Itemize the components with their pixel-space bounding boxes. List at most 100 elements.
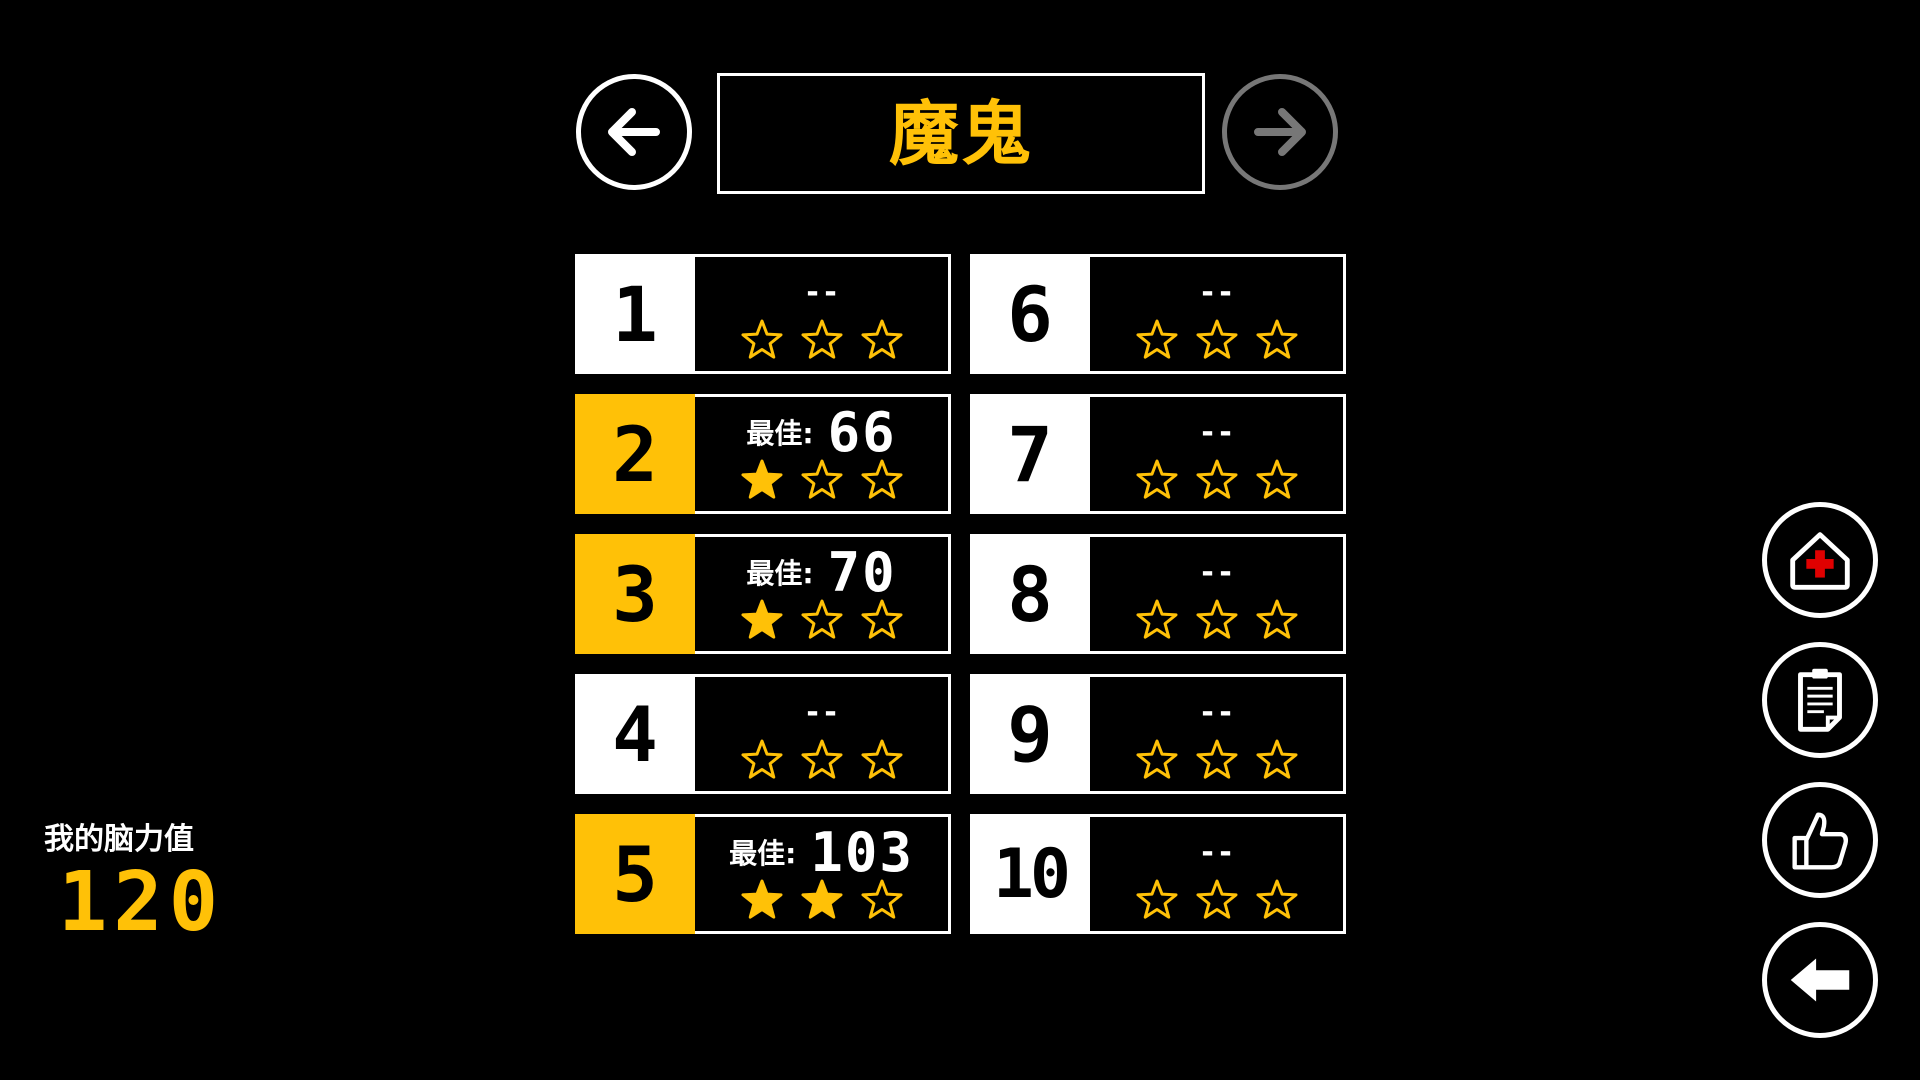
records-button[interactable] [1762, 642, 1878, 758]
star-rating [1090, 737, 1343, 783]
level-number: 6 [970, 254, 1090, 374]
star-empty-icon [1135, 459, 1178, 499]
star-rating [695, 737, 948, 783]
best-score-line: 最佳: 103 [695, 821, 948, 884]
best-score-line: -- [695, 267, 948, 317]
level-info: 最佳: 70 [695, 534, 951, 654]
star-empty-icon [860, 319, 903, 359]
level-number: 5 [575, 814, 695, 934]
next-difficulty-button[interactable] [1222, 74, 1338, 190]
level-card[interactable]: 9 -- [970, 674, 1346, 794]
star-empty-icon [1195, 319, 1238, 359]
best-score-line: 最佳: 66 [695, 401, 948, 464]
star-empty-icon [860, 599, 903, 639]
star-empty-icon [1255, 879, 1298, 919]
star-empty-icon [1135, 319, 1178, 359]
star-empty-icon [1255, 739, 1298, 779]
star-empty-icon [1195, 879, 1238, 919]
level-card[interactable]: 3 最佳: 70 [575, 534, 951, 654]
thumbs-up-icon [1792, 812, 1849, 870]
like-button[interactable] [1762, 782, 1878, 898]
star-empty-icon [860, 879, 903, 919]
hospital-house-icon [1790, 532, 1850, 590]
best-score-empty: -- [1198, 834, 1235, 870]
star-empty-icon [800, 739, 843, 779]
level-card[interactable]: 8 -- [970, 534, 1346, 654]
star-rating [695, 457, 948, 503]
difficulty-title: 魔鬼 [889, 92, 1033, 175]
level-card[interactable]: 1 -- [575, 254, 951, 374]
best-score-label: 最佳: [746, 557, 814, 590]
level-card[interactable]: 4 -- [575, 674, 951, 794]
level-number: 9 [970, 674, 1090, 794]
best-score-line: -- [1090, 827, 1343, 877]
best-score-line: -- [1090, 547, 1343, 597]
star-empty-icon [1135, 739, 1178, 779]
best-score-empty: -- [1198, 694, 1235, 730]
level-number: 4 [575, 674, 695, 794]
level-number: 10 [970, 814, 1090, 934]
best-score-value: 70 [827, 540, 897, 604]
star-filled-icon [740, 459, 783, 499]
prev-difficulty-button[interactable] [576, 74, 692, 190]
star-empty-icon [800, 459, 843, 499]
level-info: -- [1090, 534, 1346, 654]
level-number: 3 [575, 534, 695, 654]
level-info: -- [695, 254, 951, 374]
star-empty-icon [860, 459, 903, 499]
star-empty-icon [800, 599, 843, 639]
star-empty-icon [860, 739, 903, 779]
best-score-line: 最佳: 70 [695, 541, 948, 604]
level-info: -- [1090, 254, 1346, 374]
best-score-value: 66 [827, 400, 897, 464]
brain-power-value: 120 [58, 855, 225, 950]
star-empty-icon [1195, 459, 1238, 499]
back-arrow-icon [1790, 958, 1850, 1002]
star-filled-icon [740, 599, 783, 639]
level-card[interactable]: 10 -- [970, 814, 1346, 934]
star-rating [1090, 597, 1343, 643]
best-score-empty: -- [803, 274, 840, 310]
level-info: -- [1090, 674, 1346, 794]
star-empty-icon [1255, 599, 1298, 639]
level-select-screen: 魔鬼 1 -- 2 最佳: 66 3 最佳: 70 4 -- 5 最佳: 103 6 -- 7 -- 8 -- 9 --… [0, 0, 1920, 1080]
level-number: 7 [970, 394, 1090, 514]
level-info: -- [1090, 394, 1346, 514]
arrow-right-icon [1254, 108, 1306, 156]
level-number: 2 [575, 394, 695, 514]
level-info: -- [695, 674, 951, 794]
best-score-empty: -- [1198, 274, 1235, 310]
best-score-value: 103 [810, 820, 914, 884]
level-info: 最佳: 103 [695, 814, 951, 934]
star-rating [1090, 317, 1343, 363]
star-rating [1090, 457, 1343, 503]
star-empty-icon [1255, 459, 1298, 499]
arrow-left-icon [608, 108, 660, 156]
level-info: 最佳: 66 [695, 394, 951, 514]
level-number: 1 [575, 254, 695, 374]
best-score-empty: -- [1198, 414, 1235, 450]
star-empty-icon [1195, 599, 1238, 639]
star-empty-icon [1135, 879, 1178, 919]
clipboard-icon [1798, 668, 1842, 732]
level-number: 8 [970, 534, 1090, 654]
level-card[interactable]: 2 最佳: 66 [575, 394, 951, 514]
star-empty-icon [1255, 319, 1298, 359]
level-info: -- [1090, 814, 1346, 934]
level-card[interactable]: 5 最佳: 103 [575, 814, 951, 934]
best-score-line: -- [1090, 687, 1343, 737]
star-rating [1090, 877, 1343, 923]
level-card[interactable]: 6 -- [970, 254, 1346, 374]
star-rating [695, 597, 948, 643]
best-score-label: 最佳: [729, 837, 797, 870]
difficulty-title-box: 魔鬼 [717, 73, 1205, 194]
best-score-line: -- [1090, 407, 1343, 457]
best-score-line: -- [1090, 267, 1343, 317]
star-rating [695, 877, 948, 923]
level-card[interactable]: 7 -- [970, 394, 1346, 514]
star-empty-icon [1135, 599, 1178, 639]
star-filled-icon [800, 879, 843, 919]
back-button[interactable] [1762, 922, 1878, 1038]
hospital-button[interactable] [1762, 502, 1878, 618]
best-score-label: 最佳: [746, 417, 814, 450]
